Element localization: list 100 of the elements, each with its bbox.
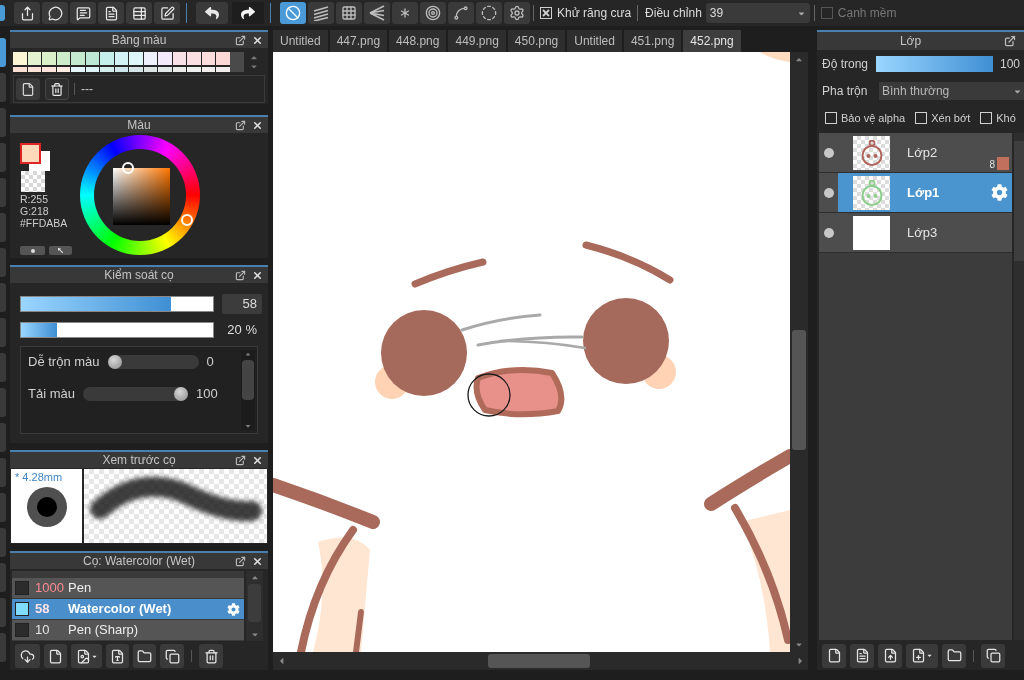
scrollbar-thumb[interactable] — [488, 654, 590, 668]
color-swatch[interactable] — [71, 67, 85, 72]
color-swatch[interactable] — [13, 52, 27, 65]
document-tab[interactable]: 450.png — [507, 30, 566, 52]
delete-button[interactable] — [45, 78, 69, 100]
document-tab[interactable]: 452.png — [683, 30, 741, 52]
scroll-right-icon[interactable] — [796, 656, 805, 666]
slider-track[interactable] — [107, 355, 199, 369]
ruler-tool-button[interactable] — [308, 2, 334, 24]
ruler-tool-button[interactable] — [392, 2, 418, 24]
color-swatch[interactable] — [143, 52, 157, 65]
color-swatch[interactable] — [158, 67, 172, 72]
transparent-swatch[interactable] — [21, 171, 45, 192]
scroll-down-icon[interactable] — [248, 62, 259, 71]
document-tab[interactable]: Untitled — [567, 30, 622, 52]
brush-row[interactable]: 1000 Pen — [12, 578, 244, 598]
color-swatch[interactable] — [100, 67, 114, 72]
color-swatch[interactable] — [201, 52, 215, 65]
duplicate-button[interactable] — [981, 643, 1005, 668]
document-tab[interactable]: 451.png — [623, 30, 682, 52]
color-picker-handle[interactable] — [122, 162, 135, 174]
brush-opacity-slider[interactable] — [20, 322, 214, 338]
color-swatch[interactable] — [85, 52, 99, 65]
popout-icon[interactable] — [235, 555, 246, 567]
popout-icon[interactable] — [235, 34, 246, 46]
ruler-tool-button[interactable] — [448, 2, 474, 24]
document-tab[interactable]: Untitled — [273, 30, 328, 52]
ruler-tool-button[interactable] — [280, 2, 306, 24]
table-button[interactable] — [126, 2, 152, 24]
value-field[interactable]: 58 — [222, 294, 262, 314]
layer-row[interactable]: Lớp3 — [819, 213, 1012, 253]
color-swatch[interactable] — [216, 67, 230, 72]
slider-thumb[interactable] — [173, 387, 188, 401]
color-swatch[interactable] — [13, 67, 27, 72]
visibility-dot-icon[interactable] — [823, 147, 834, 158]
color-swatch[interactable] — [172, 52, 186, 65]
color-swatch[interactable] — [71, 52, 85, 65]
color-swatch[interactable] — [42, 52, 56, 65]
ruler-tool-button[interactable] — [364, 2, 390, 24]
download-button[interactable] — [15, 644, 40, 668]
popout-icon[interactable] — [235, 454, 246, 466]
layer-file-button[interactable] — [850, 643, 874, 668]
scrollbar-thumb[interactable] — [1014, 141, 1024, 261]
export-button[interactable] — [14, 2, 40, 24]
layer-upload-button[interactable] — [878, 643, 902, 668]
popout-icon[interactable] — [235, 119, 246, 131]
color-swatch[interactable] — [172, 67, 186, 72]
layer-row[interactable]: Lớp2 8 — [819, 133, 1012, 173]
brush-menu-button[interactable] — [71, 644, 102, 668]
color-swatch[interactable] — [27, 52, 41, 65]
color-swatch[interactable] — [114, 52, 128, 65]
hue-handle[interactable] — [180, 213, 193, 226]
folder-button[interactable] — [942, 643, 966, 668]
scrollbar-thumb[interactable] — [242, 360, 254, 400]
popout-icon[interactable] — [1004, 35, 1016, 47]
ruler-tool-button[interactable] — [420, 2, 446, 24]
slider-track[interactable] — [82, 387, 188, 401]
blend-mode-dropdown[interactable]: Bình thường — [879, 82, 1024, 100]
close-icon[interactable] — [252, 119, 263, 131]
ruler-tool-button[interactable] — [504, 2, 530, 24]
color-swatch[interactable] — [129, 52, 143, 65]
color-swatch[interactable] — [201, 67, 215, 72]
comment-button[interactable] — [70, 2, 96, 24]
small-button[interactable] — [20, 246, 45, 255]
ruler-tool-button[interactable] — [476, 2, 502, 24]
brush-row[interactable]: 10 Pen (Sharp) — [12, 620, 244, 640]
visibility-dot-icon[interactable] — [823, 187, 834, 198]
scrollbar[interactable] — [246, 571, 263, 641]
brush-file-button[interactable] — [106, 644, 129, 668]
color-swatch[interactable] — [27, 67, 41, 72]
correction-dropdown[interactable]: 39 — [705, 3, 810, 23]
scrollbar[interactable] — [790, 52, 808, 652]
scroll-down-icon[interactable] — [243, 422, 253, 430]
color-swatch[interactable] — [56, 67, 70, 72]
brush-size-slider[interactable] — [20, 296, 214, 312]
scrollbar[interactable] — [241, 350, 255, 430]
color-swatch[interactable] — [187, 67, 201, 72]
slider-thumb[interactable] — [107, 355, 122, 369]
document-tab[interactable]: 449.png — [448, 30, 506, 52]
delete-button[interactable] — [199, 644, 223, 668]
visibility-dot-icon[interactable] — [823, 227, 834, 238]
redo-button[interactable] — [232, 2, 264, 24]
document-button[interactable] — [98, 2, 124, 24]
close-icon[interactable] — [252, 555, 263, 567]
folder-button[interactable] — [133, 644, 156, 668]
color-swatch[interactable] — [143, 67, 157, 72]
scrollbar-thumb[interactable] — [792, 330, 806, 450]
document-tab[interactable]: 448.png — [389, 30, 447, 52]
small-button[interactable] — [49, 246, 72, 255]
foreground-background-color-swatch[interactable] — [20, 143, 50, 171]
speech-bubble-button[interactable] — [42, 2, 68, 24]
color-swatch[interactable] — [114, 67, 128, 72]
undo-button[interactable] — [196, 2, 228, 24]
ruler-tool-button[interactable] — [336, 2, 362, 24]
duplicate-button[interactable] — [160, 644, 184, 668]
popout-icon[interactable] — [235, 269, 246, 281]
color-swatch[interactable] — [158, 52, 172, 65]
opacity-slider[interactable] — [876, 56, 993, 72]
new-brush-button[interactable] — [44, 644, 67, 668]
color-swatch[interactable] — [85, 67, 99, 72]
